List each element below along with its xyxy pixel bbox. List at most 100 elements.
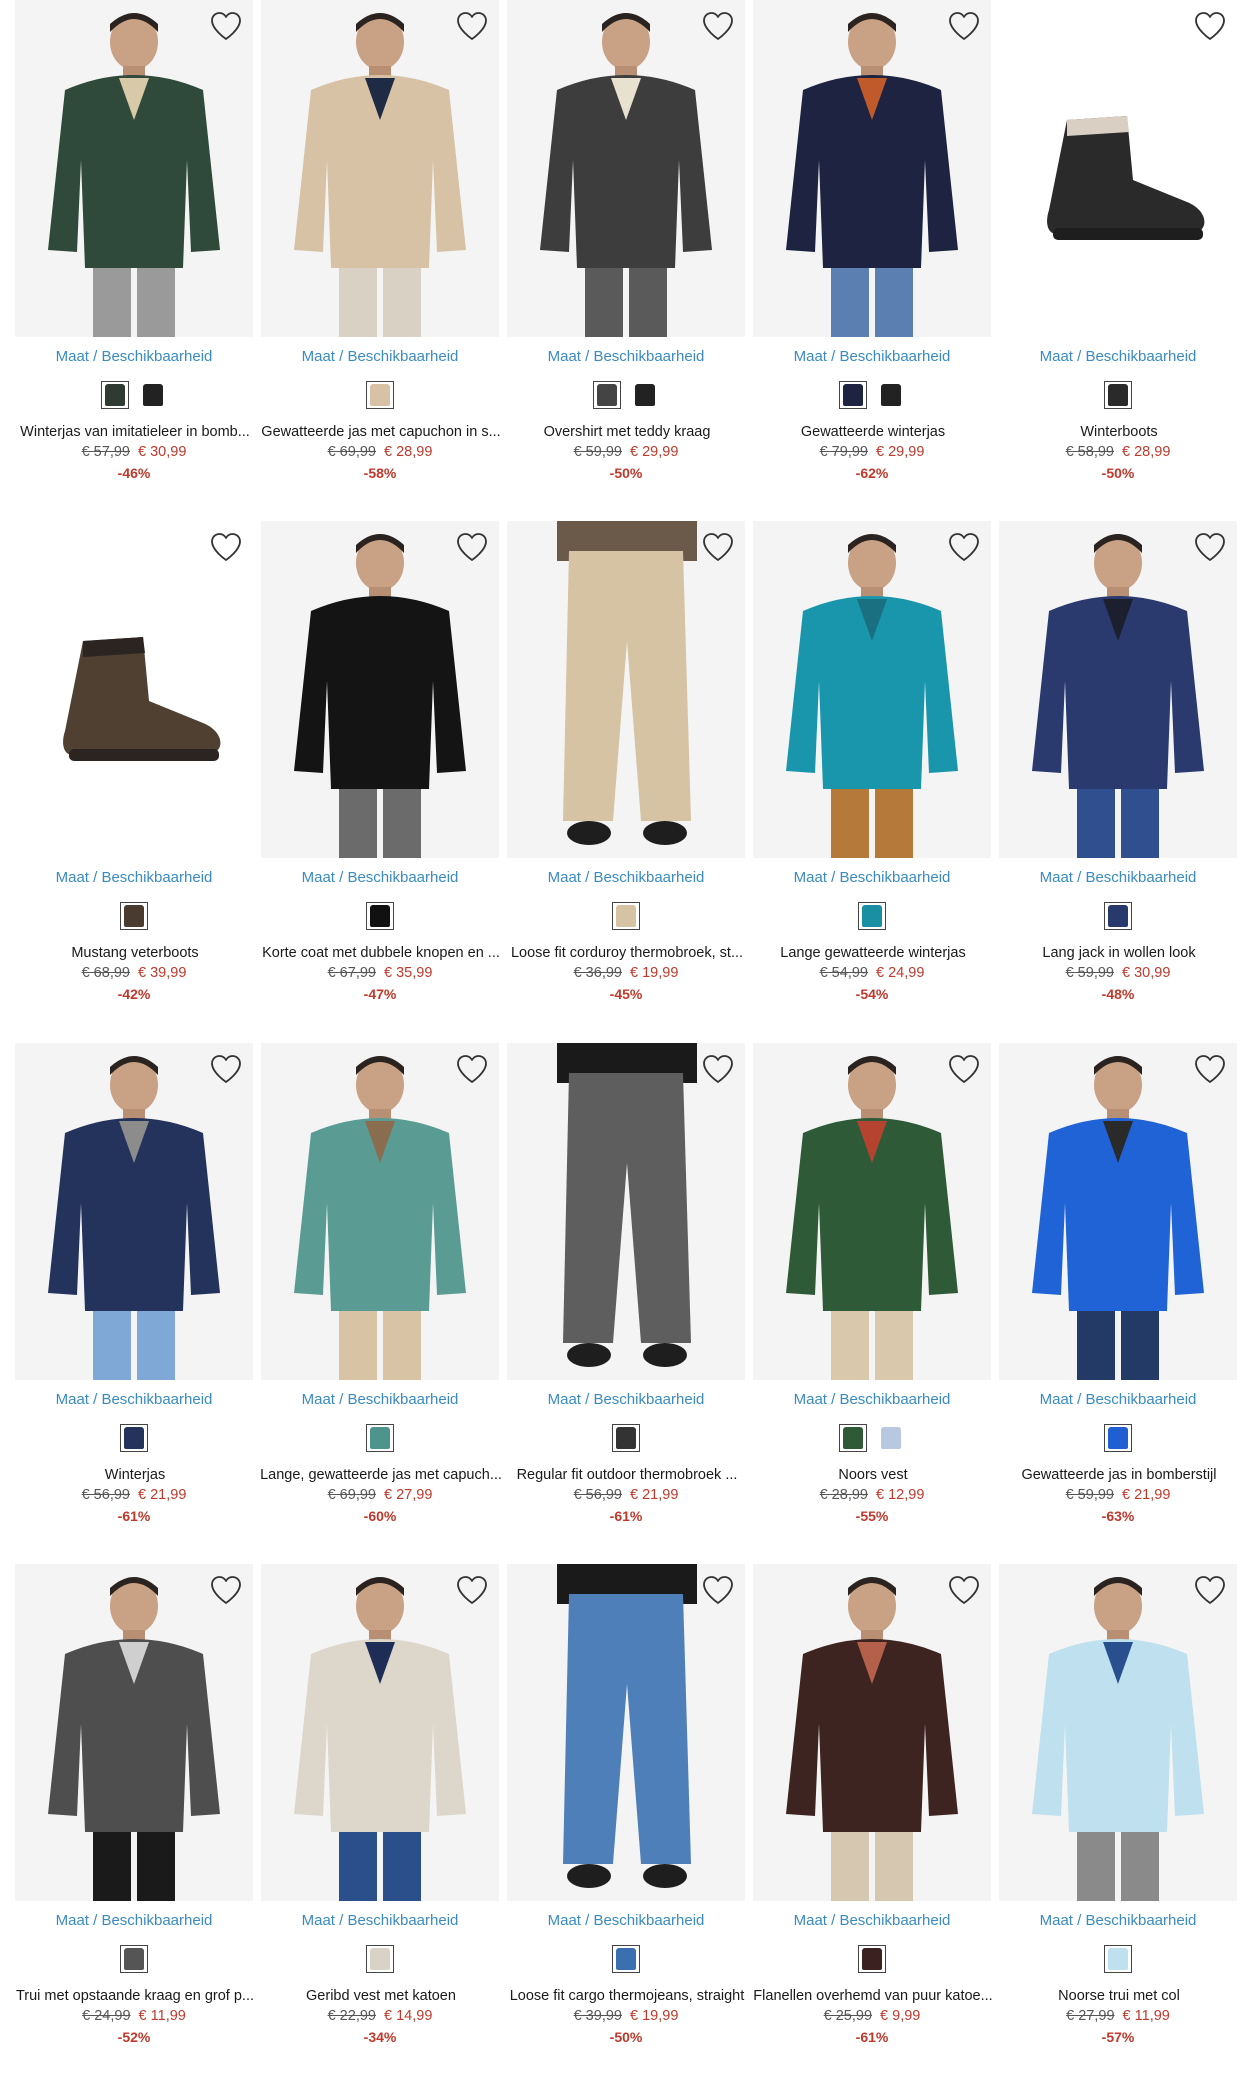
color-swatch[interactable] [877, 381, 905, 409]
wishlist-button[interactable] [701, 531, 735, 563]
size-availability-link[interactable]: Maat / Beschikbaarheid [749, 348, 995, 365]
wishlist-button[interactable] [1193, 1053, 1227, 1085]
product-card[interactable]: Maat / Beschikbaarheid Winterjas van imi… [11, 0, 257, 500]
size-availability-link[interactable]: Maat / Beschikbaarheid [503, 1391, 749, 1408]
product-photo[interactable] [507, 0, 745, 337]
product-name[interactable]: Lang jack in wollen look [997, 945, 1241, 961]
product-name[interactable]: Lange gewatteerde winterjas [751, 945, 995, 961]
product-name[interactable]: Noorse trui met col [997, 1988, 1241, 2004]
wishlist-button[interactable] [209, 531, 243, 563]
color-swatch[interactable] [839, 1424, 867, 1452]
color-swatch[interactable] [139, 381, 167, 409]
color-swatch[interactable] [631, 381, 659, 409]
product-card[interactable]: Maat / Beschikbaarheid Overshirt met ted… [503, 0, 749, 500]
product-name[interactable]: Winterboots [997, 424, 1241, 440]
product-name[interactable]: Gewatteerde jas met capuchon in s... [259, 424, 503, 440]
size-availability-link[interactable]: Maat / Beschikbaarheid [503, 869, 749, 886]
size-availability-link[interactable]: Maat / Beschikbaarheid [503, 348, 749, 365]
product-photo[interactable] [261, 521, 499, 858]
color-swatch[interactable] [101, 381, 129, 409]
product-card[interactable]: Maat / Beschikbaarheid Flanellen overhem… [749, 1564, 995, 2064]
wishlist-button[interactable] [209, 10, 243, 42]
size-availability-link[interactable]: Maat / Beschikbaarheid [749, 1391, 995, 1408]
product-photo[interactable] [999, 521, 1237, 858]
color-swatch[interactable] [120, 1945, 148, 1973]
product-name[interactable]: Loose fit cargo thermojeans, straight [505, 1988, 749, 2004]
wishlist-button[interactable] [1193, 1574, 1227, 1606]
product-name[interactable]: Winterjas [13, 1467, 257, 1483]
wishlist-button[interactable] [701, 10, 735, 42]
product-photo[interactable] [999, 1564, 1237, 1901]
color-swatch[interactable] [120, 1424, 148, 1452]
product-name[interactable]: Lange, gewatteerde jas met capuch... [259, 1467, 503, 1483]
product-name[interactable]: Noors vest [751, 1467, 995, 1483]
color-swatch[interactable] [1104, 902, 1132, 930]
product-name[interactable]: Geribd vest met katoen [259, 1988, 503, 2004]
product-card[interactable]: Maat / Beschikbaarheid Winterjas € 56,99… [11, 1043, 257, 1543]
product-card[interactable]: Maat / Beschikbaarheid Loose fit corduro… [503, 521, 749, 1021]
product-card[interactable]: Maat / Beschikbaarheid Winterboots € 58,… [995, 0, 1241, 500]
size-availability-link[interactable]: Maat / Beschikbaarheid [749, 869, 995, 886]
product-card[interactable]: Maat / Beschikbaarheid Gewatteerde jas i… [995, 1043, 1241, 1543]
product-card[interactable]: Maat / Beschikbaarheid Gewatteerde jas m… [257, 0, 503, 500]
color-swatch[interactable] [593, 381, 621, 409]
size-availability-link[interactable]: Maat / Beschikbaarheid [995, 869, 1241, 886]
color-swatch[interactable] [612, 1945, 640, 1973]
product-photo[interactable] [15, 1043, 253, 1380]
product-card[interactable]: Maat / Beschikbaarheid Lang jack in woll… [995, 521, 1241, 1021]
product-name[interactable]: Gewatteerde jas in bomberstijl [997, 1467, 1241, 1483]
product-photo[interactable] [753, 521, 991, 858]
wishlist-button[interactable] [209, 1574, 243, 1606]
color-swatch[interactable] [1104, 381, 1132, 409]
color-swatch[interactable] [366, 902, 394, 930]
size-availability-link[interactable]: Maat / Beschikbaarheid [503, 1912, 749, 1929]
color-swatch[interactable] [120, 902, 148, 930]
size-availability-link[interactable]: Maat / Beschikbaarheid [749, 1912, 995, 1929]
product-photo[interactable] [753, 1564, 991, 1901]
wishlist-button[interactable] [455, 10, 489, 42]
product-photo[interactable] [753, 0, 991, 337]
product-photo[interactable] [15, 1564, 253, 1901]
product-card[interactable]: Maat / Beschikbaarheid Lange, gewatteerd… [257, 1043, 503, 1543]
wishlist-button[interactable] [1193, 531, 1227, 563]
product-card[interactable]: Maat / Beschikbaarheid Regular fit outdo… [503, 1043, 749, 1543]
product-photo[interactable] [507, 1564, 745, 1901]
color-swatch[interactable] [1104, 1424, 1132, 1452]
product-name[interactable]: Flanellen overhemd van puur katoe... [751, 1988, 995, 2004]
color-swatch[interactable] [877, 1424, 905, 1452]
wishlist-button[interactable] [701, 1574, 735, 1606]
product-photo[interactable] [753, 1043, 991, 1380]
color-swatch[interactable] [612, 1424, 640, 1452]
wishlist-button[interactable] [209, 1053, 243, 1085]
color-swatch[interactable] [612, 902, 640, 930]
size-availability-link[interactable]: Maat / Beschikbaarheid [11, 348, 257, 365]
product-name[interactable]: Trui met opstaande kraag en grof p... [13, 1988, 257, 2004]
product-card[interactable]: Maat / Beschikbaarheid Noors vest € 28,9… [749, 1043, 995, 1543]
product-card[interactable]: Maat / Beschikbaarheid Noorse trui met c… [995, 1564, 1241, 2064]
product-photo[interactable] [15, 521, 253, 858]
product-name[interactable]: Loose fit corduroy thermobroek, st... [505, 945, 749, 961]
wishlist-button[interactable] [701, 1053, 735, 1085]
size-availability-link[interactable]: Maat / Beschikbaarheid [257, 1912, 503, 1929]
size-availability-link[interactable]: Maat / Beschikbaarheid [11, 869, 257, 886]
product-card[interactable]: Maat / Beschikbaarheid Mustang veterboot… [11, 521, 257, 1021]
product-photo[interactable] [999, 0, 1237, 337]
size-availability-link[interactable]: Maat / Beschikbaarheid [995, 348, 1241, 365]
color-swatch[interactable] [839, 381, 867, 409]
product-photo[interactable] [261, 1564, 499, 1901]
product-photo[interactable] [261, 1043, 499, 1380]
color-swatch[interactable] [858, 902, 886, 930]
wishlist-button[interactable] [947, 10, 981, 42]
wishlist-button[interactable] [947, 531, 981, 563]
product-name[interactable]: Mustang veterboots [13, 945, 257, 961]
product-name[interactable]: Regular fit outdoor thermobroek ... [505, 1467, 749, 1483]
size-availability-link[interactable]: Maat / Beschikbaarheid [257, 869, 503, 886]
color-swatch[interactable] [366, 1945, 394, 1973]
wishlist-button[interactable] [947, 1574, 981, 1606]
product-name[interactable]: Gewatteerde winterjas [751, 424, 995, 440]
product-card[interactable]: Maat / Beschikbaarheid Geribd vest met k… [257, 1564, 503, 2064]
color-swatch[interactable] [366, 1424, 394, 1452]
size-availability-link[interactable]: Maat / Beschikbaarheid [11, 1391, 257, 1408]
product-card[interactable]: Maat / Beschikbaarheid Loose fit cargo t… [503, 1564, 749, 2064]
product-name[interactable]: Korte coat met dubbele knopen en ... [259, 945, 503, 961]
